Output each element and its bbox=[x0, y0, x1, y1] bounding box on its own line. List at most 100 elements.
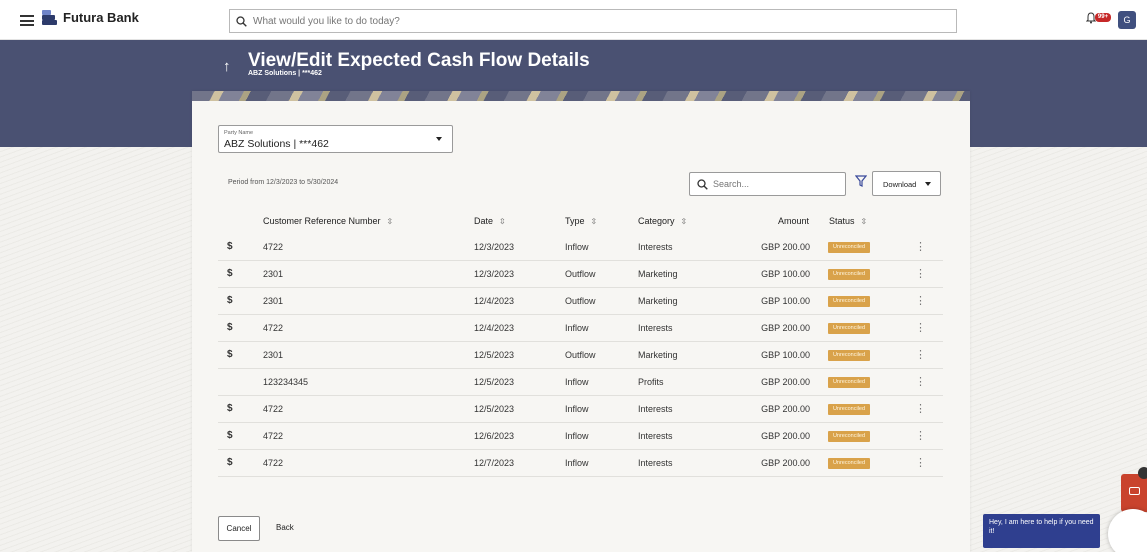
background-pattern-left bbox=[0, 147, 192, 552]
currency-icon[interactable]: $ bbox=[227, 295, 233, 306]
bank-logo[interactable]: Futura Bank bbox=[42, 10, 139, 25]
download-label: Download bbox=[883, 180, 917, 189]
filter-icon[interactable] bbox=[855, 175, 867, 187]
table-row[interactable]: 123234345 12/5/2023 Inflow Profits GBP 200.0… bbox=[218, 369, 943, 396]
cell-reference: 4722 bbox=[263, 431, 284, 441]
cell-category: Profits bbox=[638, 377, 664, 387]
table-row[interactable]: $2301 12/3/2023 Outflow Marketing GBP 100.00… bbox=[218, 261, 943, 288]
party-name-value: ABZ Solutions | ***462 bbox=[224, 138, 329, 150]
currency-icon[interactable]: $ bbox=[227, 268, 233, 279]
kebab-menu-icon[interactable]: ⋮ bbox=[915, 375, 926, 388]
column-header-category[interactable]: Category ⇳ bbox=[638, 216, 687, 226]
chat-icon bbox=[1129, 487, 1140, 495]
cell-date: 12/4/2023 bbox=[474, 296, 515, 306]
currency-icon[interactable]: $ bbox=[227, 241, 233, 252]
status-badge: Unreconciled bbox=[828, 269, 870, 280]
search-icon bbox=[236, 15, 247, 27]
cell-amount: GBP 200.00 bbox=[761, 458, 810, 468]
status-badge: Unreconciled bbox=[828, 323, 870, 334]
sort-icon: ⇳ bbox=[860, 216, 868, 226]
page-subtitle: ABZ Solutions | ***462 bbox=[248, 70, 322, 77]
status-badge: Unreconciled bbox=[828, 350, 870, 361]
cell-amount: GBP 200.00 bbox=[761, 242, 810, 252]
party-name-label: Party Name bbox=[224, 130, 254, 136]
currency-icon[interactable]: $ bbox=[227, 349, 233, 360]
table-search[interactable] bbox=[689, 172, 846, 196]
table-row[interactable]: $4722 12/5/2023 Inflow Interests GBP 200.00 U… bbox=[218, 396, 943, 423]
kebab-menu-icon[interactable]: ⋮ bbox=[915, 240, 926, 253]
brand-name: Futura Bank bbox=[63, 10, 139, 25]
chat-indicator bbox=[1138, 467, 1147, 479]
avatar[interactable]: G bbox=[1118, 11, 1136, 29]
sort-icon: ⇳ bbox=[590, 216, 598, 226]
column-header-reference[interactable]: Customer Reference Number ⇳ bbox=[263, 216, 393, 226]
cell-reference: 4722 bbox=[263, 404, 284, 414]
cell-type: Inflow bbox=[565, 458, 589, 468]
table-row[interactable]: $2301 12/5/2023 Outflow Marketing GBP 100.00… bbox=[218, 342, 943, 369]
status-badge: Unreconciled bbox=[828, 431, 870, 442]
decorative-banner bbox=[192, 91, 970, 101]
cell-amount: GBP 200.00 bbox=[761, 377, 810, 387]
cell-reference: 4722 bbox=[263, 458, 284, 468]
cell-category: Marketing bbox=[638, 350, 678, 360]
cell-type: Inflow bbox=[565, 431, 589, 441]
cell-date: 12/3/2023 bbox=[474, 269, 515, 279]
kebab-menu-icon[interactable]: ⋮ bbox=[915, 429, 926, 442]
search-icon bbox=[697, 178, 708, 190]
cell-reference: 4722 bbox=[263, 323, 284, 333]
chat-bubble[interactable]: Hey, I am here to help if you need it! bbox=[983, 514, 1100, 548]
sort-icon: ⇳ bbox=[499, 216, 506, 226]
party-name-dropdown[interactable]: Party Name ABZ Solutions | ***462 bbox=[218, 125, 453, 153]
menu-icon[interactable] bbox=[20, 15, 34, 26]
back-button[interactable]: Back bbox=[276, 523, 294, 532]
cell-category: Interests bbox=[638, 458, 673, 468]
kebab-menu-icon[interactable]: ⋮ bbox=[915, 348, 926, 361]
cell-date: 12/5/2023 bbox=[474, 350, 515, 360]
column-header-status[interactable]: Status ⇳ bbox=[829, 216, 867, 226]
cell-category: Interests bbox=[638, 242, 673, 252]
chat-button[interactable] bbox=[1121, 474, 1147, 512]
column-header-type[interactable]: Type ⇳ bbox=[565, 216, 597, 226]
cell-date: 12/5/2023 bbox=[474, 377, 515, 387]
column-header-amount: Amount bbox=[778, 216, 810, 226]
currency-icon[interactable]: $ bbox=[227, 457, 233, 468]
cell-type: Inflow bbox=[565, 323, 589, 333]
cell-reference: 123234345 bbox=[263, 377, 309, 387]
cell-date: 12/5/2023 bbox=[474, 404, 515, 414]
currency-icon[interactable]: $ bbox=[227, 322, 233, 333]
kebab-menu-icon[interactable]: ⋮ bbox=[915, 294, 926, 307]
cell-type: Inflow bbox=[565, 377, 589, 387]
cell-amount: GBP 200.00 bbox=[761, 431, 810, 441]
cell-amount: GBP 100.00 bbox=[761, 269, 810, 279]
cell-type: Outflow bbox=[565, 296, 596, 306]
table-search-input[interactable] bbox=[713, 179, 833, 189]
cell-date: 12/4/2023 bbox=[474, 323, 515, 333]
kebab-menu-icon[interactable]: ⋮ bbox=[915, 321, 926, 334]
cancel-button[interactable]: Cancel bbox=[218, 516, 260, 541]
cell-category: Interests bbox=[638, 431, 673, 441]
table-row[interactable]: $2301 12/4/2023 Outflow Marketing GBP 100.00… bbox=[218, 288, 943, 315]
kebab-menu-icon[interactable]: ⋮ bbox=[915, 402, 926, 415]
cell-type: Inflow bbox=[565, 404, 589, 414]
column-header-date[interactable]: Date ⇳ bbox=[474, 216, 506, 226]
cell-category: Interests bbox=[638, 404, 673, 414]
cell-type: Outflow bbox=[565, 350, 596, 360]
cell-amount: GBP 100.00 bbox=[761, 350, 810, 360]
table-row[interactable]: $4722 12/6/2023 Inflow Interests GBP 200.00 U… bbox=[218, 423, 943, 450]
kebab-menu-icon[interactable]: ⋮ bbox=[915, 267, 926, 280]
kebab-menu-icon[interactable]: ⋮ bbox=[915, 456, 926, 469]
global-search-input[interactable] bbox=[253, 15, 933, 27]
cell-type: Inflow bbox=[565, 242, 589, 252]
cell-reference: 2301 bbox=[263, 296, 284, 306]
back-arrow-icon[interactable]: ↑ bbox=[223, 58, 231, 75]
currency-icon[interactable]: $ bbox=[227, 430, 233, 441]
download-button[interactable]: Download bbox=[872, 171, 941, 196]
table-row[interactable]: $4722 12/4/2023 Inflow Interests GBP 200.00 U… bbox=[218, 315, 943, 342]
global-search[interactable] bbox=[229, 9, 957, 33]
cell-category: Interests bbox=[638, 323, 673, 333]
table-row[interactable]: $4722 12/3/2023 Inflow Interests GBP 200.00 U… bbox=[218, 234, 943, 261]
table-row[interactable]: $4722 12/7/2023 Inflow Interests GBP 200.00 U… bbox=[218, 450, 943, 477]
cell-date: 12/3/2023 bbox=[474, 242, 515, 252]
currency-icon[interactable]: $ bbox=[227, 403, 233, 414]
page-title: View/Edit Expected Cash Flow Details bbox=[248, 50, 590, 71]
